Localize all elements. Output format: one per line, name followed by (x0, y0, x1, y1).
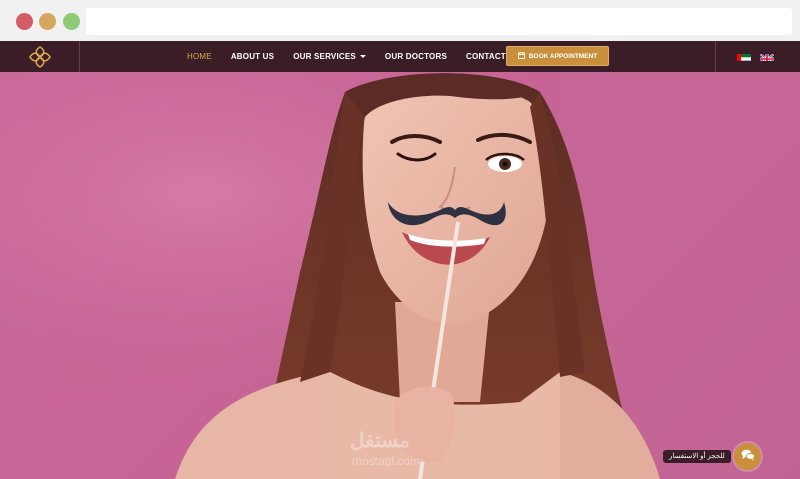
nav-our-doctors[interactable]: OUR DOCTORS (385, 52, 447, 61)
watermark-logo: مستقل (350, 430, 410, 452)
nav-our-services[interactable]: OUR SERVICES (293, 52, 366, 61)
chat-bubbles-icon (741, 448, 755, 466)
nav-divider (715, 41, 716, 72)
minimize-window-button[interactable] (39, 13, 56, 30)
close-window-button[interactable] (16, 13, 33, 30)
book-appointment-label: BOOK APPOINTMENT (528, 52, 598, 60)
browser-chrome (0, 0, 800, 42)
main-menu: HOME ABOUT US OUR SERVICES OUR DOCTORS C… (187, 41, 539, 72)
woman-with-mustache-photo (0, 72, 800, 479)
chat-button[interactable] (734, 443, 761, 470)
watermark-url: mostaql.com (352, 454, 421, 468)
ar-flag-icon[interactable] (737, 51, 751, 61)
clinic-logo-icon[interactable] (27, 44, 53, 70)
nav-divider (79, 41, 80, 72)
browser-window: HOME ABOUT US OUR SERVICES OUR DOCTORS C… (0, 0, 800, 479)
chat-label[interactable]: للحجز أو الاستفسار (663, 450, 731, 463)
site-navbar: HOME ABOUT US OUR SERVICES OUR DOCTORS C… (0, 41, 800, 72)
maximize-window-button[interactable] (63, 13, 80, 30)
en-flag-icon[interactable] (760, 51, 774, 61)
book-appointment-button[interactable]: BOOK APPOINTMENT (506, 46, 609, 66)
nav-our-services-label: OUR SERVICES (293, 52, 356, 61)
calendar-icon (517, 51, 525, 61)
chevron-down-icon (359, 55, 366, 58)
address-bar[interactable] (86, 8, 792, 35)
nav-about-us[interactable]: ABOUT US (231, 52, 274, 61)
nav-home[interactable]: HOME (187, 52, 212, 61)
hero-banner-image (0, 72, 800, 479)
